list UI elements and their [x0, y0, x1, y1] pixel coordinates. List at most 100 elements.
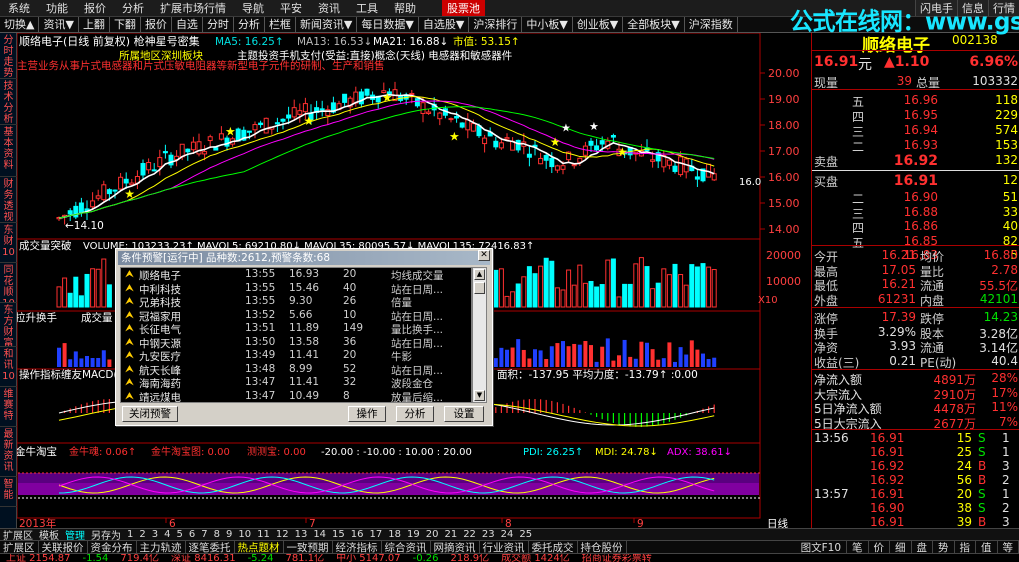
alert-row[interactable]: ⮝ 顺络电子 13:55 16.93 20 均线成交量: [121, 268, 471, 282]
toolbar-button-6[interactable]: 分时: [203, 17, 234, 32]
menu-item-3[interactable]: 分析: [114, 0, 152, 16]
func-tab-1[interactable]: 关联报价: [39, 541, 88, 553]
bottom-tab-27[interactable]: 24: [498, 529, 517, 540]
menu-item-7[interactable]: 资讯: [310, 0, 348, 16]
bottom-tab-20[interactable]: 17: [367, 529, 386, 540]
alert-dialog[interactable]: 条件预警[运行中] 品种数:2612,预警条数:68 ✕ ⮝ 顺络电子 13:55 1…: [115, 248, 493, 426]
bottom-tab-7[interactable]: 4: [161, 529, 173, 540]
bottom-tab-1[interactable]: 模板: [36, 529, 62, 540]
func-right-6[interactable]: 指: [955, 541, 976, 553]
func-right-2[interactable]: 价: [869, 541, 890, 553]
bottom-tab-18[interactable]: 15: [329, 529, 348, 540]
left-nav-tab-9[interactable]: 最新资讯: [0, 427, 17, 477]
bottom-tab-16[interactable]: 13: [292, 529, 311, 540]
menu-item-6[interactable]: 平安: [272, 0, 310, 16]
alert-scrollbar[interactable]: ▲ ▼: [472, 267, 487, 403]
toolbar-button-11[interactable]: 自选股▼: [419, 17, 470, 32]
bottom-tab-4[interactable]: 1: [124, 529, 136, 540]
toolbar-button-4[interactable]: 报价: [141, 17, 172, 32]
left-nav-tab-6[interactable]: 东方财富: [0, 303, 17, 347]
alert-row[interactable]: ⮝ 航天长峰 13:48 8.99 52 站在日周...: [121, 363, 471, 377]
alert-row[interactable]: ⮝ 长征电气 13:51 11.89 149 量比换手...: [121, 322, 471, 336]
bottom-tab-24[interactable]: 21: [441, 529, 460, 540]
func-right-7[interactable]: 值: [976, 541, 998, 553]
bottom-tab-15[interactable]: 12: [273, 529, 292, 540]
close-icon[interactable]: ✕: [478, 250, 490, 261]
alert-row[interactable]: ⮝ 中利科技 13:55 15.46 40 站在日周...: [121, 282, 471, 296]
bottom-tab-19[interactable]: 16: [348, 529, 367, 540]
func-tab-8[interactable]: 综合资讯: [382, 541, 431, 553]
func-tab-4[interactable]: 逐笔委托: [186, 541, 235, 553]
bottom-tab-3[interactable]: 另存为: [88, 529, 124, 540]
toolbar-button-3[interactable]: 下翻: [110, 17, 141, 32]
bottom-tab-26[interactable]: 23: [479, 529, 498, 540]
close-alert-button[interactable]: 关闭预警: [122, 406, 178, 422]
operate-button[interactable]: 操作: [348, 406, 386, 422]
analyze-button[interactable]: 分析: [396, 406, 434, 422]
func-right-1[interactable]: 笔: [847, 541, 869, 553]
bottom-tab-10[interactable]: 7: [198, 529, 210, 540]
func-right-0[interactable]: 图文F10: [796, 541, 847, 553]
func-tab-5[interactable]: 热点题材: [235, 541, 284, 553]
left-nav-tab-7[interactable]: 和讯10: [0, 347, 17, 387]
bottom-tab-11[interactable]: 8: [211, 529, 223, 540]
toolbar-button-7[interactable]: 分析: [234, 17, 265, 32]
toolbar-button-5[interactable]: 自选: [172, 17, 203, 32]
alert-row[interactable]: ⮝ 九安医疗 13:49 11.41 20 牛影: [121, 349, 471, 363]
bottom-tab-21[interactable]: 18: [385, 529, 404, 540]
func-right-3[interactable]: 细: [890, 541, 912, 553]
toolbar-button-16[interactable]: 沪深指数: [685, 17, 738, 32]
menu-item-9[interactable]: 帮助: [386, 0, 424, 16]
func-tab-12[interactable]: 持仓股份: [578, 541, 627, 553]
settings-button[interactable]: 设置: [444, 406, 484, 422]
bottom-tab-5[interactable]: 2: [136, 529, 148, 540]
bottom-tab-17[interactable]: 14: [310, 529, 329, 540]
func-tab-3[interactable]: 主力轨迹: [137, 541, 186, 553]
alert-list[interactable]: ⮝ 顺络电子 13:55 16.93 20 均线成交量 ⮝ 中利科技 13:55 15.46 40 站…: [120, 267, 472, 403]
left-nav-tab-5[interactable]: 同花顺10: [0, 263, 17, 303]
bottom-tab-6[interactable]: 3: [149, 529, 161, 540]
left-nav-tab-8[interactable]: 维赛特: [0, 387, 17, 427]
bottom-tab-23[interactable]: 20: [423, 529, 442, 540]
bottom-tab-22[interactable]: 19: [404, 529, 423, 540]
func-right-4[interactable]: 盘: [912, 541, 933, 553]
left-nav-tab-4[interactable]: 东财10: [0, 223, 17, 263]
toolbar-button-8[interactable]: 栏框: [265, 17, 296, 32]
scroll-up-icon[interactable]: ▲: [474, 269, 485, 280]
menu-item-1[interactable]: 功能: [38, 0, 76, 16]
alert-row[interactable]: ⮝ 兄弟科技 13:55 9.30 26 倍量: [121, 295, 471, 309]
menu-item-2[interactable]: 报价: [76, 0, 114, 16]
func-tab-11[interactable]: 委托成交: [529, 541, 578, 553]
left-nav-tab-3[interactable]: 财务透视: [0, 177, 17, 223]
toolbar-button-2[interactable]: 上翻: [79, 17, 110, 32]
bottom-tab-14[interactable]: 11: [254, 529, 273, 540]
toolbar-button-9[interactable]: 新闻资讯▼: [296, 17, 358, 32]
bottom-tab-28[interactable]: 25: [516, 529, 535, 540]
func-tab-7[interactable]: 经济指标: [333, 541, 382, 553]
toolbar-button-12[interactable]: 沪深排行: [469, 17, 523, 32]
toolbar-button-13[interactable]: 中小板▼: [522, 17, 573, 32]
toolbar-button-1[interactable]: 资讯▼: [39, 17, 79, 32]
bottom-tab-25[interactable]: 22: [460, 529, 479, 540]
menu-item-8[interactable]: 工具: [348, 0, 386, 16]
func-tab-2[interactable]: 资金分布: [88, 541, 137, 553]
func-tab-6[interactable]: 一致预期: [284, 541, 333, 553]
bottom-tab-8[interactable]: 5: [174, 529, 186, 540]
alert-row[interactable]: ⮝ 中钢天源 13:50 13.58 36 站在日周...: [121, 336, 471, 350]
menu-item-0[interactable]: 系统: [0, 0, 38, 16]
bottom-tab-13[interactable]: 10: [235, 529, 254, 540]
toolbar-button-10[interactable]: 每日数据▼: [357, 17, 419, 32]
bottom-tab-2[interactable]: 管理: [62, 529, 88, 540]
bottom-tab-0[interactable]: 扩展区: [0, 529, 36, 540]
toolbar-button-14[interactable]: 创业板▼: [573, 17, 624, 32]
scroll-thumb[interactable]: [474, 282, 485, 294]
func-tab-10[interactable]: 行业资讯: [480, 541, 529, 553]
func-tab-9[interactable]: 网摘资讯: [431, 541, 480, 553]
func-tab-0[interactable]: 扩展区: [0, 541, 39, 553]
toolbar-button-15[interactable]: 全部板块▼: [623, 17, 685, 32]
bottom-tab-9[interactable]: 6: [186, 529, 198, 540]
toolbar-button-0[interactable]: 切换▲: [0, 17, 40, 32]
alert-row[interactable]: ⮝ 冠福家用 13:52 5.66 10 站在日周...: [121, 309, 471, 323]
scroll-down-icon[interactable]: ▼: [474, 390, 485, 401]
alert-row[interactable]: ⮝ 靖远煤电 13:47 10.49 8 放量后缩...: [121, 390, 471, 403]
